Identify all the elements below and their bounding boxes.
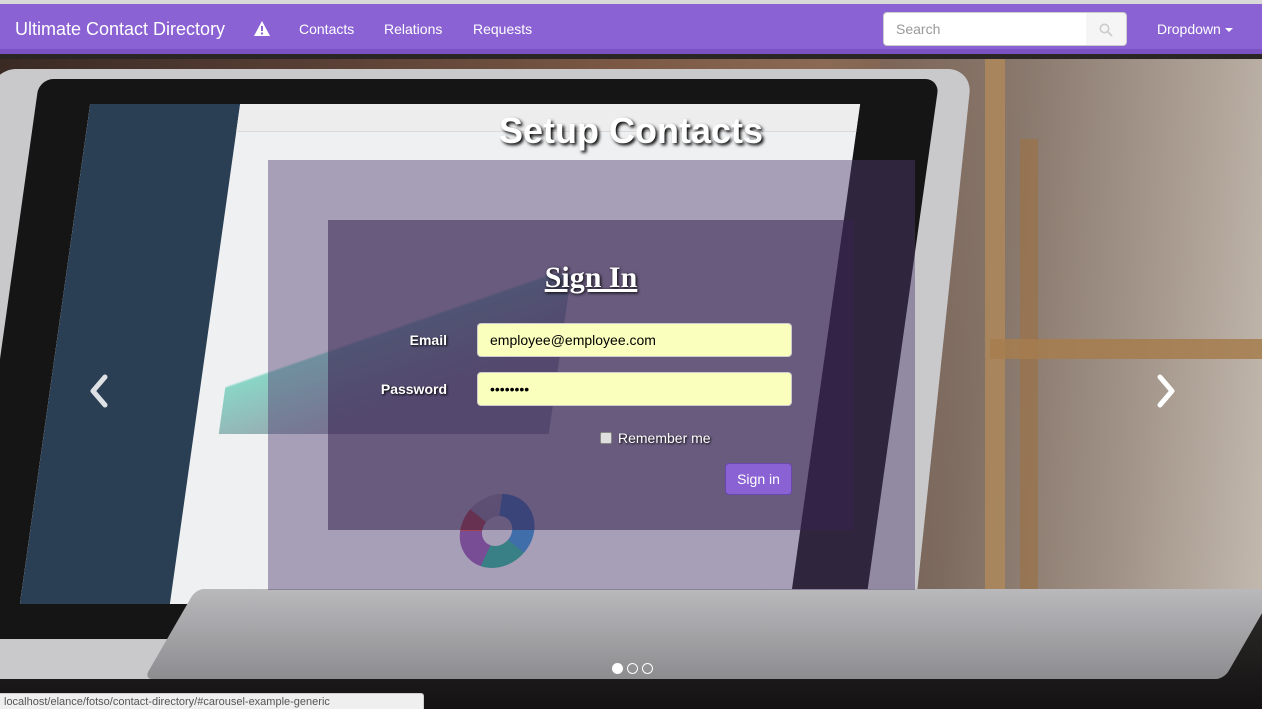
signin-button[interactable]: Sign in — [725, 463, 792, 495]
email-label: Email — [409, 332, 447, 348]
carousel-indicator[interactable] — [627, 663, 638, 674]
password-label: Password — [380, 381, 447, 397]
status-bar-url: localhost/elance/fotso/contact-directory… — [0, 693, 424, 709]
email-field[interactable] — [477, 323, 792, 357]
carousel-indicator[interactable] — [642, 663, 653, 674]
carousel-indicator[interactable] — [612, 663, 623, 674]
dropdown-label: Dropdown — [1157, 21, 1221, 37]
remember-label: Remember me — [618, 430, 711, 446]
signin-heading: Sign In — [544, 261, 638, 294]
nav-relations[interactable]: Relations — [384, 21, 442, 37]
nav-dropdown[interactable]: Dropdown — [1157, 21, 1233, 37]
nav-requests[interactable]: Requests — [473, 21, 532, 37]
nav-contacts[interactable]: Contacts — [299, 21, 354, 37]
remember-me[interactable]: Remember me — [600, 430, 711, 446]
search-button[interactable] — [1086, 12, 1127, 46]
password-field[interactable] — [477, 372, 792, 406]
remember-checkbox[interactable] — [600, 432, 612, 444]
navbar: Ultimate Contact Directory Contacts Rela… — [0, 4, 1262, 54]
search-icon — [1099, 23, 1113, 37]
caret-down-icon — [1224, 28, 1233, 33]
warning-triangle-icon[interactable] — [253, 20, 271, 37]
background-shelf — [990, 339, 1262, 359]
background-shelf — [1020, 139, 1038, 659]
laptop-keyboard — [144, 589, 1262, 679]
chevron-right-icon[interactable] — [1155, 372, 1179, 410]
chevron-left-icon[interactable] — [86, 372, 110, 410]
page-title: Setup Contacts — [498, 110, 764, 151]
search-input[interactable] — [883, 12, 1087, 46]
brand-link[interactable]: Ultimate Contact Directory — [15, 19, 225, 40]
